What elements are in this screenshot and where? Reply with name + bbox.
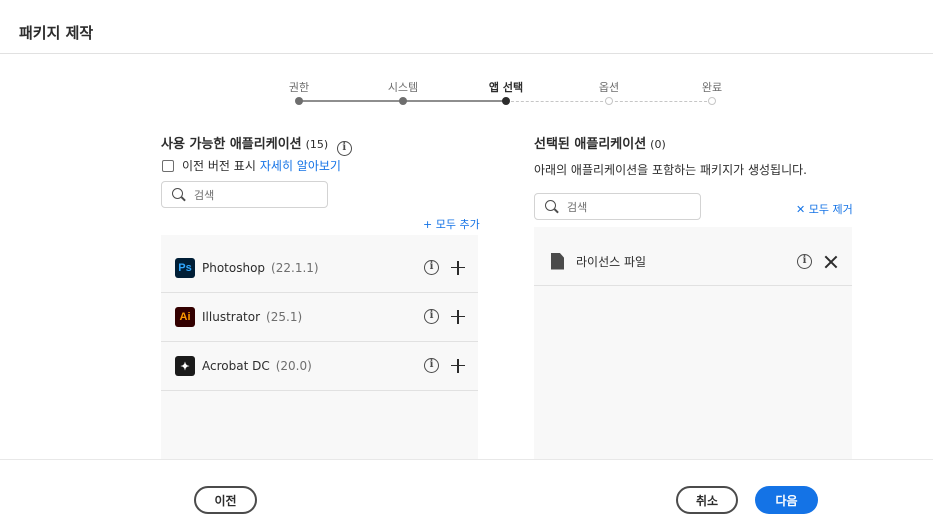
acrobat-icon: ✦	[175, 356, 195, 376]
info-icon[interactable]: i	[424, 260, 439, 275]
step-label-app-select: 앱 선택	[488, 81, 524, 94]
info-icon[interactable]: i	[336, 141, 352, 156]
list-item: ✦ Acrobat DC (20.0) i	[161, 342, 478, 391]
available-apps-heading: 사용 가능한 애플리케이션 (15) i	[161, 133, 352, 156]
step-dot-options	[605, 97, 613, 105]
step-dot-permissions	[295, 97, 303, 105]
file-icon	[551, 252, 564, 270]
show-previous-checkbox[interactable]	[162, 159, 174, 172]
app-name: Photoshop	[202, 261, 266, 275]
available-apps-count: (15)	[305, 138, 329, 151]
selected-apps-title: 선택된 애플리케이션	[534, 137, 647, 152]
add-app-button[interactable]	[451, 358, 465, 373]
show-previous-versions[interactable]: 이전 버전 표시 자세히 알아보기	[162, 157, 341, 174]
step-dot-complete	[708, 97, 716, 105]
info-icon[interactable]: i	[424, 358, 439, 373]
search-placeholder: 검색	[567, 200, 588, 214]
footer: 이전 취소 다음	[0, 459, 933, 523]
list-item: Ai Illustrator (25.1) i	[161, 293, 478, 342]
app-version: (25.1)	[266, 310, 303, 324]
available-apps-title: 사용 가능한 애플리케이션	[161, 137, 302, 152]
back-button[interactable]: 이전	[194, 486, 257, 514]
selected-apps-description: 아래의 애플리케이션을 포함하는 패키지가 생성됩니다.	[534, 163, 807, 177]
cancel-button[interactable]: 취소	[676, 486, 738, 514]
selected-apps-heading: 선택된 애플리케이션 (0)	[534, 133, 666, 152]
info-icon[interactable]: i	[797, 254, 812, 269]
selected-item-name: 라이선스 파일	[576, 254, 647, 269]
list-item: Ps Photoshop (22.1.1) i	[161, 244, 478, 293]
stepper-line	[403, 100, 506, 102]
selected-search-input[interactable]: 검색	[534, 193, 701, 220]
step-label-options: 옵션	[598, 81, 620, 94]
available-search-input[interactable]: 검색	[161, 181, 328, 208]
next-button[interactable]: 다음	[755, 486, 818, 514]
add-app-button[interactable]	[451, 309, 465, 324]
step-dot-app-select	[502, 97, 510, 105]
page-title: 패키지 제작	[19, 24, 94, 42]
app-name: Acrobat DC	[202, 359, 270, 373]
stepper-line	[299, 100, 403, 102]
remove-all-button[interactable]: ✕ 모두 제거	[796, 201, 853, 217]
available-apps-list: Ps Photoshop (22.1.1) i Ai Illustrator (…	[161, 235, 478, 459]
add-all-button[interactable]: + 모두 추가	[423, 216, 480, 232]
step-dot-system	[399, 97, 407, 105]
step-label-permissions: 권한	[288, 81, 310, 94]
selected-apps-count: (0)	[650, 138, 666, 151]
list-item: 라이선스 파일 i	[534, 237, 852, 286]
info-icon[interactable]: i	[424, 309, 439, 324]
learn-more-link[interactable]: 자세히 알아보기	[260, 157, 341, 174]
remove-item-button[interactable]	[824, 255, 838, 269]
app-name: Illustrator	[202, 310, 261, 324]
add-app-button[interactable]	[451, 260, 465, 275]
selected-apps-list: 라이선스 파일 i	[534, 227, 852, 459]
header: 패키지 제작	[0, 0, 933, 54]
app-version: (20.0)	[275, 359, 312, 373]
search-icon	[172, 187, 186, 202]
illustrator-icon: Ai	[175, 307, 195, 327]
app-version: (22.1.1)	[271, 261, 319, 275]
search-icon	[545, 199, 559, 214]
step-label-system: 시스템	[387, 81, 419, 94]
step-label-complete: 완료	[701, 81, 723, 94]
show-previous-label: 이전 버전 표시	[182, 159, 256, 173]
search-placeholder: 검색	[194, 188, 215, 202]
photoshop-icon: Ps	[175, 258, 195, 278]
